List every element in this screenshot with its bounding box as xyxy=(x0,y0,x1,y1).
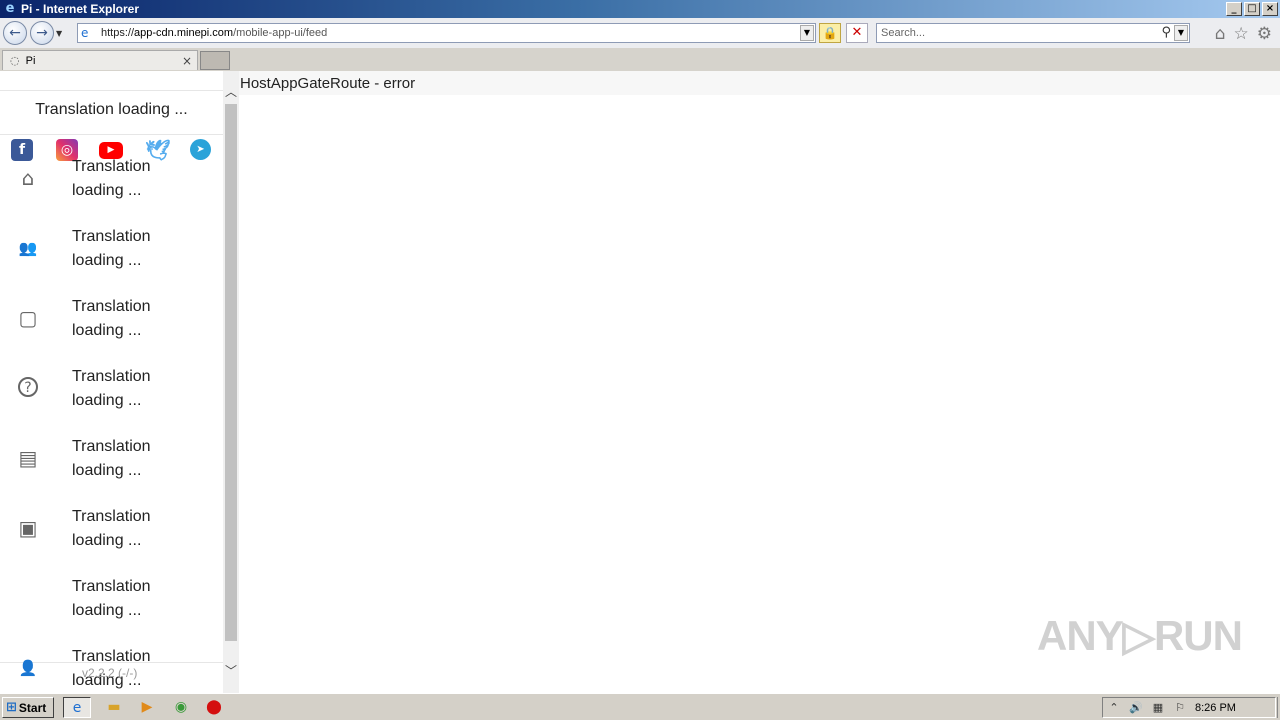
settings-gear-icon[interactable]: ⚙ xyxy=(1257,24,1272,44)
page-viewport: Translation loading ... f ◎ ▶ 🕊 ➤ ⌂ Tran… xyxy=(0,71,1280,693)
sidebar-item-label: Translation loading ... xyxy=(72,438,151,479)
taskbar-chrome-icon[interactable]: ◉ xyxy=(167,697,195,718)
network-icon[interactable]: ▦ xyxy=(1147,701,1169,714)
start-button[interactable]: ⊞ Start xyxy=(2,697,54,718)
sidebar-item-home[interactable]: ⌂ Translation loading ... xyxy=(0,155,223,225)
sidebar-item-label: Translation loading ... xyxy=(72,158,151,199)
toolbar-icons: ⌂ ☆ ⚙ xyxy=(1215,24,1272,44)
scroll-thumb[interactable] xyxy=(225,104,237,641)
address-bar[interactable]: e https:// app-cdn.minepi.com /mobile-ap… xyxy=(77,23,816,43)
search-dropdown-icon[interactable]: ▼ xyxy=(1174,25,1188,41)
url-scheme: https:// xyxy=(101,27,135,39)
sidebar-item-team[interactable]: 👥 Translation loading ... xyxy=(0,225,223,295)
sidebar-item-help[interactable]: ? Translation loading ... xyxy=(0,365,223,435)
windows-flag-icon: ⊞ xyxy=(6,700,17,715)
forum-icon: ▣ xyxy=(18,516,38,540)
sidebar-scrollbar[interactable]: ︿ ﹀ xyxy=(223,71,239,693)
ie-icon: e xyxy=(5,1,15,16)
url-path: /mobile-app-ui/feed xyxy=(233,27,328,39)
sidebar-item-label: Translation loading ... xyxy=(72,508,151,549)
taskbar: ⊞ Start e ▬ ▶ ◉ ⬤ ⌃ 🔊 ▦ ⚐ 8:26 PM xyxy=(0,693,1280,720)
loading-spinner-icon: ◌ xyxy=(10,54,20,67)
sidebar-item-chat[interactable]: ▢ Translation loading ... xyxy=(0,295,223,365)
person-icon: 👤 xyxy=(18,659,38,677)
sidebar-item-forum[interactable]: ▣ Translation loading ... xyxy=(0,505,223,575)
back-arrow-icon[interactable]: ← xyxy=(3,21,27,45)
sidebar-item-label: Translation loading ... xyxy=(72,228,151,269)
sidebar-item-label: Translation loading ... xyxy=(72,298,151,339)
favorites-star-icon[interactable]: ☆ xyxy=(1234,24,1249,44)
help-circle-icon: ? xyxy=(18,377,38,397)
search-placeholder: Search... xyxy=(881,27,926,39)
sidebar-title: Translation loading ... xyxy=(35,101,188,118)
scroll-up-icon[interactable]: ︿ xyxy=(223,84,239,100)
sidebar: Translation loading ... f ◎ ▶ 🕊 ➤ ⌂ Tran… xyxy=(0,71,223,693)
window-titlebar: e Pi - Internet Explorer _ □ × xyxy=(0,0,1280,18)
clock[interactable]: 8:26 PM xyxy=(1195,702,1236,714)
search-input[interactable]: Search... ⚲ ▼ xyxy=(876,23,1190,43)
volume-icon[interactable]: 🔊 xyxy=(1125,701,1147,714)
taskbar-folder-icon[interactable]: ▬ xyxy=(100,697,128,718)
page-ie-icon: e xyxy=(81,26,89,40)
divider xyxy=(0,90,223,91)
taskbar-media-player-icon[interactable]: ▶ xyxy=(133,697,161,718)
tab-label: Pi xyxy=(25,54,36,67)
stop-icon[interactable]: ✕ xyxy=(846,23,868,43)
document-icon: ▤ xyxy=(18,446,38,470)
history-dropdown-icon[interactable]: ▼ xyxy=(56,29,66,38)
sidebar-item-label: Translation loading ... xyxy=(72,368,151,409)
home-icon[interactable]: ⌂ xyxy=(1215,24,1226,44)
close-button[interactable]: × xyxy=(1262,2,1278,16)
url-host: app-cdn.minepi.com xyxy=(134,27,234,39)
tab-close-icon[interactable]: × xyxy=(182,54,192,68)
new-tab-button[interactable] xyxy=(200,51,230,70)
start-label: Start xyxy=(18,700,47,715)
tab-bar: ◌ Pi × xyxy=(0,48,1280,71)
home-icon: ⌂ xyxy=(21,166,35,190)
maximize-button[interactable]: □ xyxy=(1244,2,1260,16)
sidebar-item-label: Translation loading ... xyxy=(72,578,151,619)
error-message: HostAppGateRoute - error xyxy=(240,75,416,92)
chat-bubble-icon: ▢ xyxy=(18,306,38,330)
sidebar-item-blank[interactable]: Translation loading ... xyxy=(0,575,223,645)
navigation-bar: ← → ▼ e https:// app-cdn.minepi.com /mob… xyxy=(0,18,1280,48)
search-icon[interactable]: ⚲ xyxy=(1161,25,1171,40)
version-label: v2.2.2 (-/-) xyxy=(82,666,138,680)
lock-icon[interactable]: 🔒 xyxy=(819,23,841,43)
minimize-button[interactable]: _ xyxy=(1226,2,1242,16)
content-header: HostAppGateRoute - error xyxy=(239,71,1280,95)
forward-arrow-icon[interactable]: → xyxy=(30,21,54,45)
address-dropdown-icon[interactable]: ▼ xyxy=(800,25,814,41)
scroll-down-icon[interactable]: ﹀ xyxy=(223,663,239,679)
window-title: Pi - Internet Explorer xyxy=(21,2,140,16)
show-hidden-icon[interactable]: ⌃ xyxy=(1103,701,1125,714)
main-content: HostAppGateRoute - error xyxy=(239,71,1280,693)
divider xyxy=(0,134,223,135)
system-tray: ⌃ 🔊 ▦ ⚐ 8:26 PM xyxy=(1102,697,1276,718)
window-controls: _ □ × xyxy=(1226,2,1278,16)
people-icon: 👥 xyxy=(18,239,38,257)
flag-icon[interactable]: ⚐ xyxy=(1169,701,1191,714)
taskbar-opera-icon[interactable]: ⬤ xyxy=(200,697,228,718)
sidebar-item-document[interactable]: ▤ Translation loading ... xyxy=(0,435,223,505)
tab-pi[interactable]: ◌ Pi × xyxy=(2,50,198,70)
watermark-logo: ANY▷RUN xyxy=(1037,612,1243,659)
taskbar-ie-icon[interactable]: e xyxy=(63,697,91,718)
